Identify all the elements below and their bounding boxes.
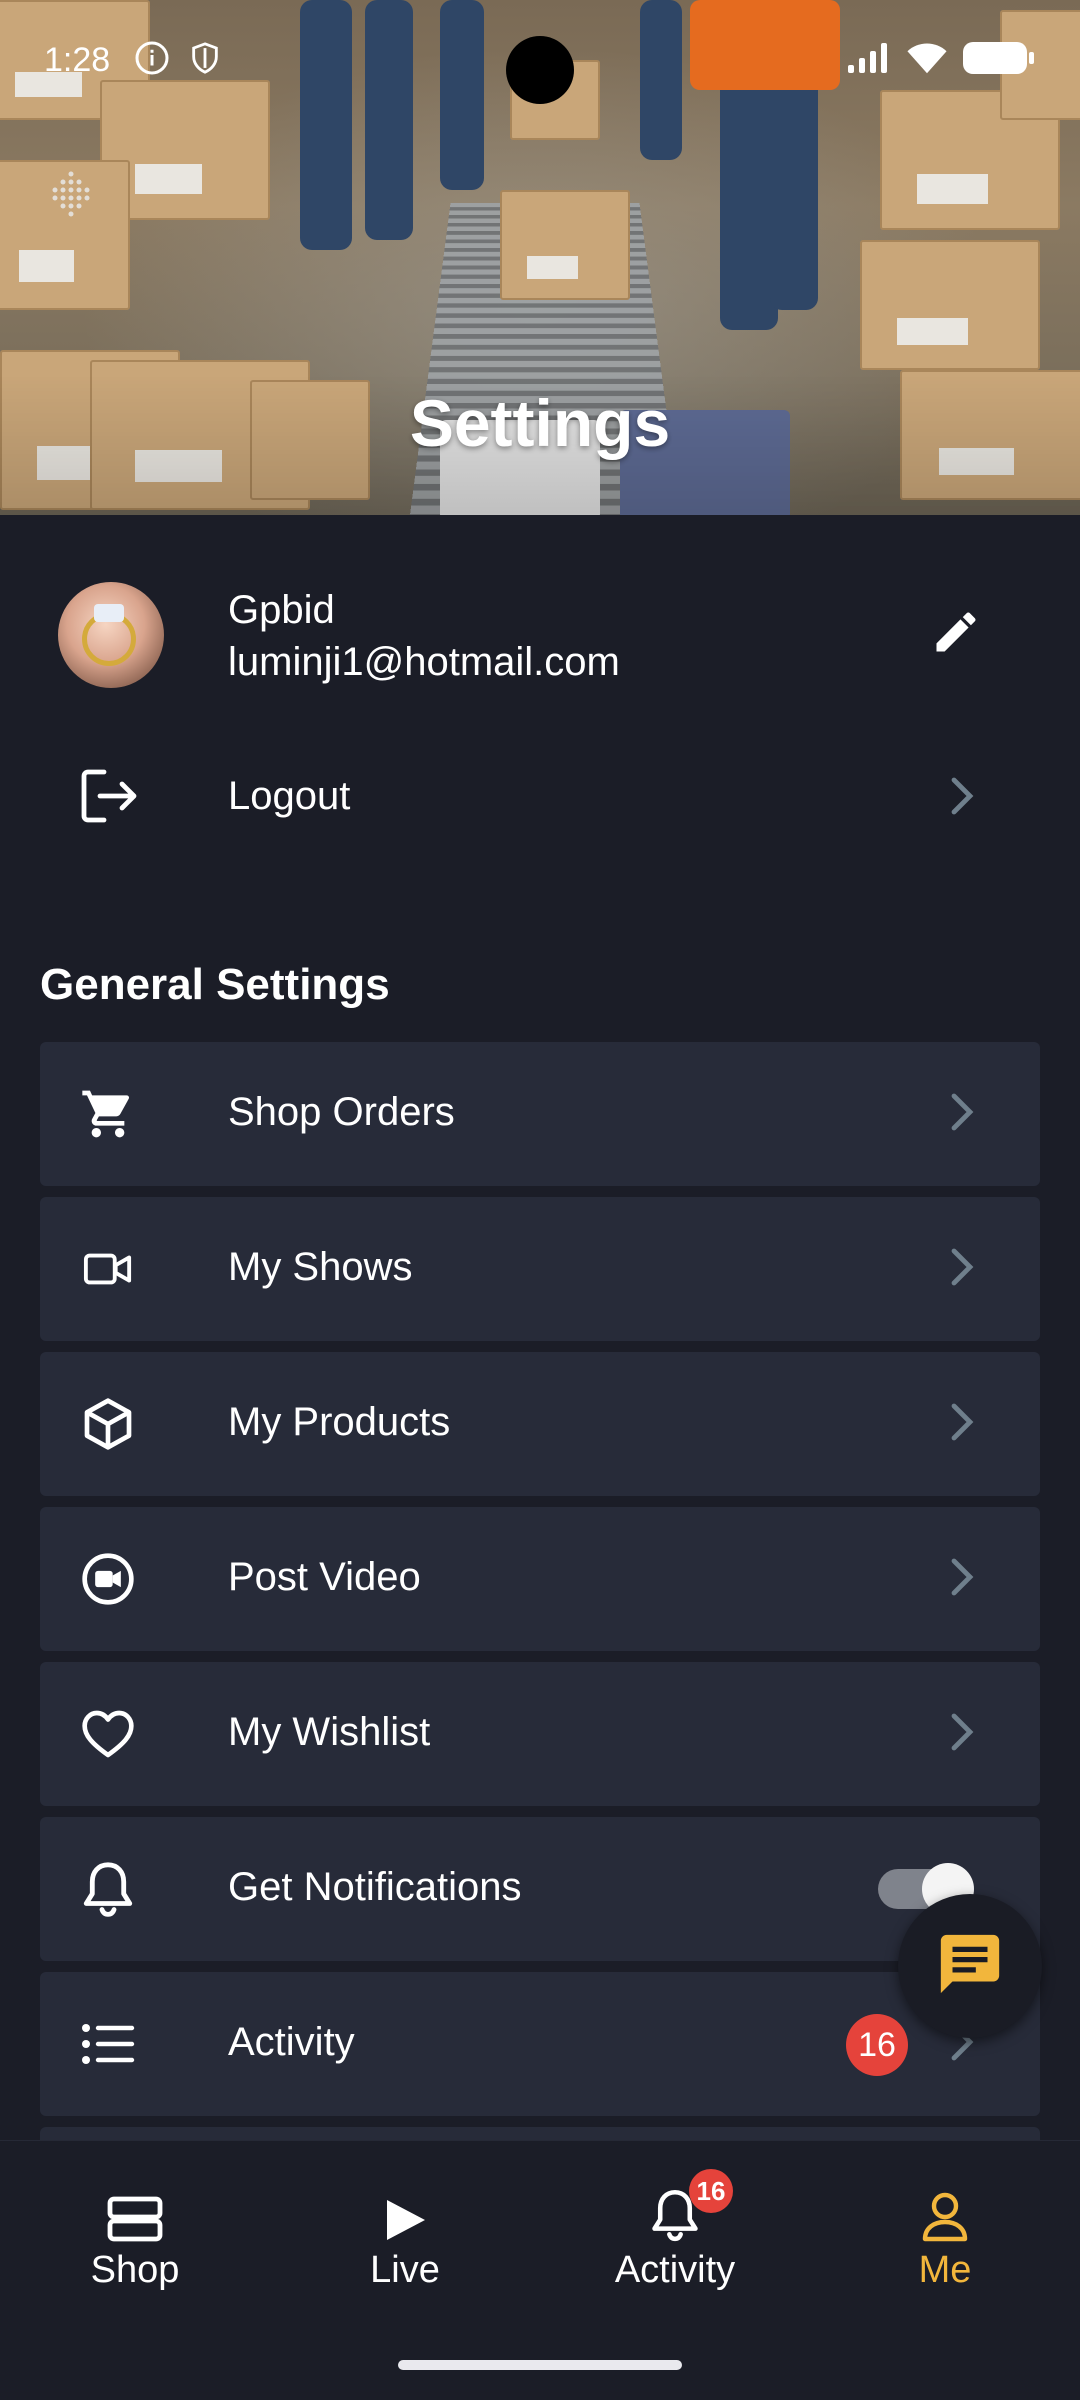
status-time: 1:28 — [44, 40, 111, 79]
nav-item-me[interactable]: Me — [845, 2183, 1045, 2292]
profile-name: Gpbid — [228, 588, 335, 632]
bell-icon — [80, 1861, 136, 1917]
bell-icon: 16 — [575, 2169, 775, 2243]
setting-label: Shop Orders — [228, 1090, 455, 1134]
setting-get-notifications: Get Notifications — [40, 1817, 1040, 1961]
section-title-general-settings: General Settings — [40, 960, 390, 1009]
nav-label: Activity — [614, 2249, 736, 2291]
video-camera-icon — [80, 1241, 136, 1297]
record-video-icon — [80, 1551, 136, 1607]
chevron-right-icon — [950, 1557, 976, 1602]
nav-label: Shop — [90, 2249, 180, 2291]
chevron-right-icon — [950, 1402, 976, 1447]
setting-shop-orders[interactable]: Shop Orders — [40, 1042, 1040, 1186]
setting-activity[interactable]: Activity 16 — [40, 1972, 1040, 2116]
setting-label: Get Notifications — [228, 1865, 522, 1909]
list-icon — [80, 2016, 136, 2072]
setting-post-video[interactable]: Post Video — [40, 1507, 1040, 1651]
dots-grid-icon — [48, 168, 94, 233]
nav-label: Live — [370, 2249, 440, 2291]
logout-icon — [80, 768, 140, 829]
setting-label: My Products — [228, 1400, 451, 1444]
cart-icon — [80, 1086, 136, 1142]
avatar[interactable] — [58, 582, 164, 688]
heart-icon — [80, 1706, 136, 1762]
logout-label: Logout — [228, 774, 351, 818]
setting-label: Activity — [228, 2020, 355, 2064]
nav-item-shop[interactable]: Shop — [35, 2183, 235, 2292]
logout-row[interactable]: Logout — [0, 740, 1080, 850]
chevron-right-icon — [950, 1092, 976, 1137]
activity-count-badge: 16 — [846, 2014, 908, 2076]
play-icon — [305, 2183, 505, 2243]
nav-item-activity[interactable]: 16 Activity — [575, 2169, 775, 2292]
setting-label: My Shows — [228, 1245, 413, 1289]
profile-section: Gpbid luminji1@hotmail.com — [0, 570, 1080, 700]
status-bar: 1:28 — [0, 0, 1080, 120]
chat-button[interactable] — [898, 1894, 1042, 2038]
setting-my-shows[interactable]: My Shows — [40, 1197, 1040, 1341]
activity-nav-badge: 16 — [689, 2169, 733, 2213]
shield-icon — [188, 40, 222, 81]
signal-icon — [846, 41, 892, 80]
wifi-icon — [906, 41, 948, 80]
status-icons-right — [846, 40, 1036, 81]
shop-icon — [35, 2183, 235, 2243]
chevron-right-icon — [950, 1712, 976, 1757]
edit-profile-button[interactable] — [920, 598, 992, 670]
pencil-icon — [930, 606, 982, 663]
box-icon — [80, 1396, 136, 1452]
nav-item-live[interactable]: Live — [305, 2183, 505, 2292]
info-icon — [134, 40, 170, 81]
chevron-right-icon — [950, 1247, 976, 1292]
chat-icon — [934, 1929, 1006, 2004]
status-icons-left — [134, 40, 222, 81]
battery-icon — [962, 40, 1036, 81]
profile-email: luminji1@hotmail.com — [228, 640, 620, 684]
setting-my-products[interactable]: My Products — [40, 1352, 1040, 1496]
setting-my-wishlist[interactable]: My Wishlist — [40, 1662, 1040, 1806]
box-decoration — [500, 190, 630, 300]
box-decoration — [860, 240, 1040, 370]
setting-label: Post Video — [228, 1555, 421, 1599]
setting-label: My Wishlist — [228, 1710, 431, 1754]
chevron-right-icon — [950, 776, 976, 821]
home-indicator[interactable] — [398, 2360, 682, 2370]
nav-label: Me — [918, 2249, 972, 2291]
page-title: Settings — [409, 386, 671, 460]
person-icon — [845, 2183, 1045, 2243]
